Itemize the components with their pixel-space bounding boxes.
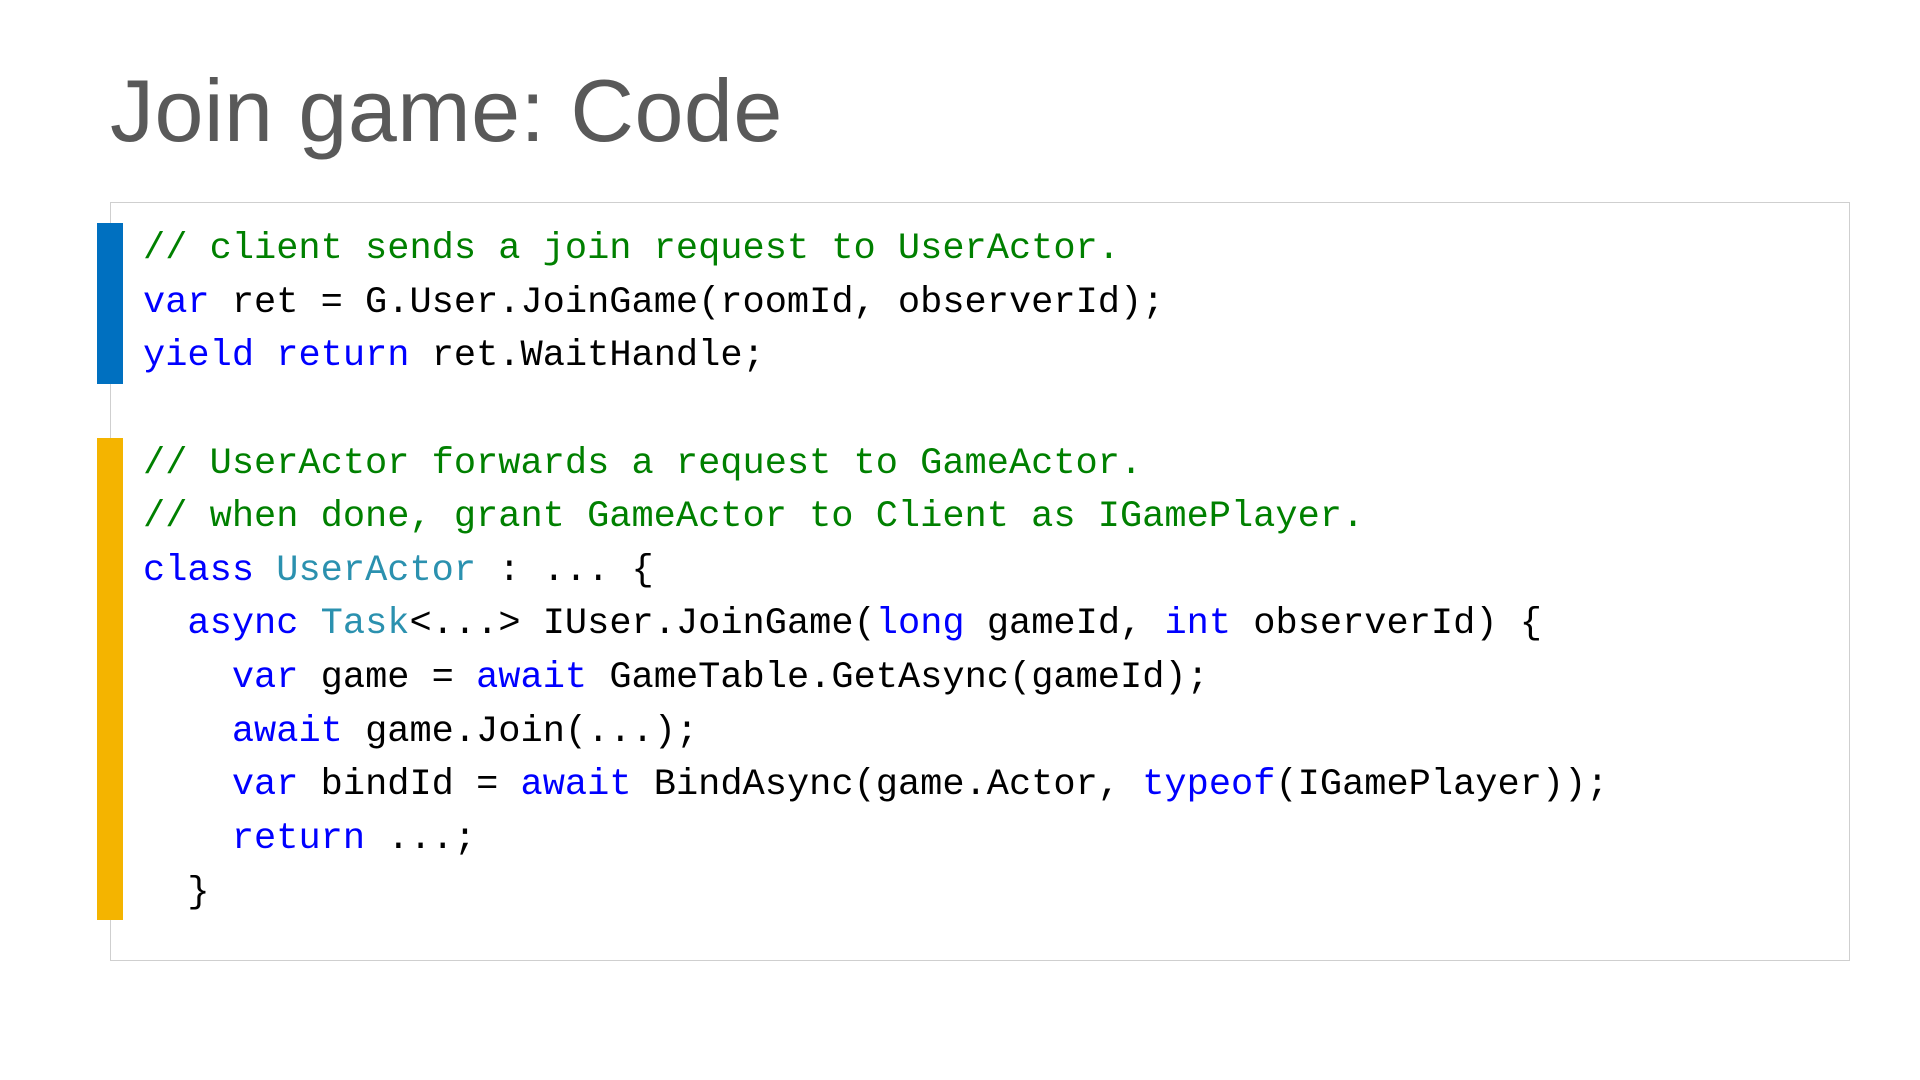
code-text: bindId =	[298, 764, 520, 806]
code-text: game =	[298, 657, 476, 699]
code-keyword: class	[143, 550, 254, 592]
code-comment: // client sends a join request to UserAc…	[143, 228, 1120, 270]
code-text: : ... {	[476, 550, 654, 592]
code-indent	[143, 603, 187, 645]
code-keyword: return	[276, 335, 409, 377]
code-text: BindAsync(game.Actor,	[632, 764, 1143, 806]
code-indent	[143, 657, 232, 699]
code-keyword: var	[232, 764, 299, 806]
code-line: // when done, grant GameActor to Client …	[111, 491, 1819, 545]
code-keyword: var	[143, 282, 210, 324]
code-line: var ret = G.User.JoinGame(roomId, observ…	[111, 277, 1819, 331]
code-indent	[143, 764, 232, 806]
code-text: gameId,	[965, 603, 1165, 645]
code-indent	[143, 711, 232, 753]
code-comment: // UserActor forwards a request to GameA…	[143, 443, 1142, 485]
code-text: ret.WaitHandle;	[409, 335, 764, 377]
code-keyword: async	[187, 603, 298, 645]
code-text: game.Join(...);	[343, 711, 698, 753]
code-line: class UserActor : ... {	[111, 545, 1819, 599]
code-text: <...> IUser.JoinGame(	[410, 603, 876, 645]
code-keyword: var	[232, 657, 299, 699]
code-keyword: int	[1164, 603, 1231, 645]
code-type: UserActor	[276, 550, 476, 592]
code-line: }	[111, 867, 1819, 921]
code-line: return ...;	[111, 813, 1819, 867]
code-keyword: return	[232, 818, 365, 860]
code-keyword: typeof	[1142, 764, 1275, 806]
code-text: }	[143, 872, 210, 914]
code-block-useractor: // UserActor forwards a request to GameA…	[111, 438, 1819, 921]
code-line: yield return ret.WaitHandle;	[111, 330, 1819, 384]
code-blank-line	[111, 384, 1819, 438]
code-block-client: // client sends a join request to UserAc…	[111, 223, 1819, 384]
code-box: // client sends a join request to UserAc…	[110, 202, 1850, 961]
code-text: observerId) {	[1231, 603, 1542, 645]
code-keyword: yield	[143, 335, 254, 377]
code-line: // UserActor forwards a request to GameA…	[111, 438, 1819, 492]
code-type: Task	[321, 603, 410, 645]
code-text: ret = G.User.JoinGame(roomId, observerId…	[210, 282, 1165, 324]
code-line: // client sends a join request to UserAc…	[111, 223, 1819, 277]
code-line: var bindId = await BindAsync(game.Actor,…	[111, 759, 1819, 813]
code-keyword: await	[232, 711, 343, 753]
code-line: var game = await GameTable.GetAsync(game…	[111, 652, 1819, 706]
code-text: ...;	[365, 818, 476, 860]
code-indent	[143, 818, 232, 860]
code-text: GameTable.GetAsync(gameId);	[587, 657, 1209, 699]
code-line: async Task<...> IUser.JoinGame(long game…	[111, 598, 1819, 652]
code-keyword: await	[476, 657, 587, 699]
code-keyword: long	[876, 603, 965, 645]
slide: Join game: Code // client sends a join r…	[0, 0, 1920, 1080]
code-comment: // when done, grant GameActor to Client …	[143, 496, 1364, 538]
code-keyword: await	[521, 764, 632, 806]
code-line: await game.Join(...);	[111, 706, 1819, 760]
slide-title: Join game: Code	[110, 60, 1850, 162]
code-text: (IGamePlayer));	[1275, 764, 1608, 806]
